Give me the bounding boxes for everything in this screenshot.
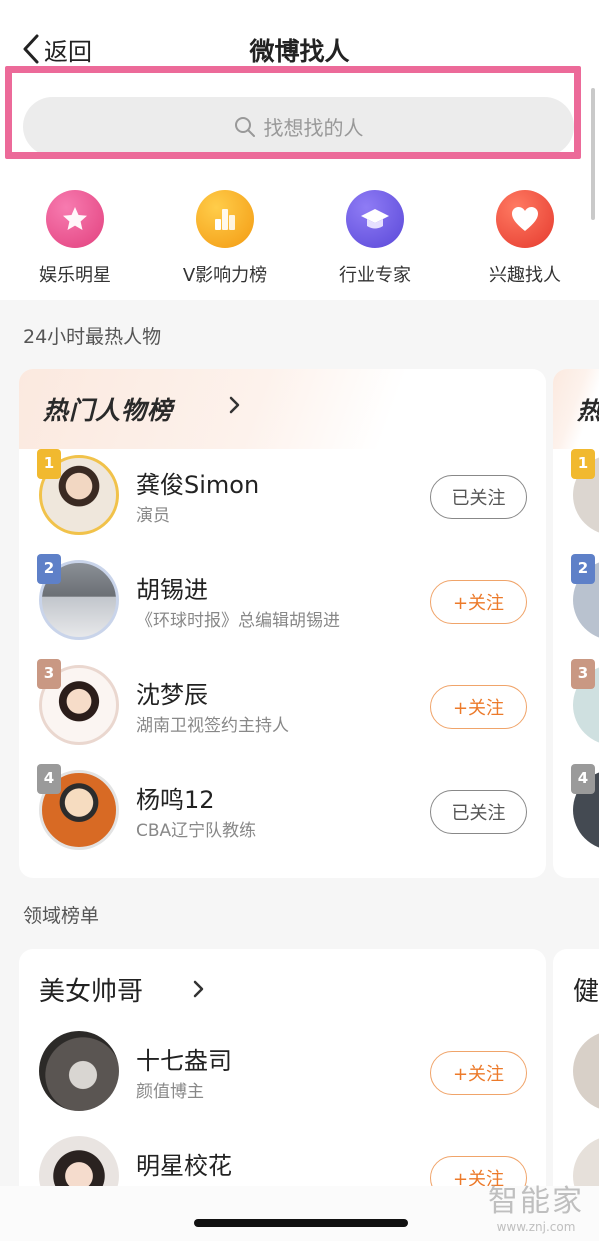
watermark-text: 智能家 [488, 1184, 584, 1219]
followed-button[interactable]: 已关注 [430, 475, 527, 519]
follow-button[interactable]: +关注 [430, 685, 527, 729]
page-title: 微博找人 [249, 37, 350, 66]
hot-card-header[interactable]: 热门人物榜 [19, 369, 546, 449]
person-desc: CBA辽宁队教练 [136, 821, 257, 841]
graduation-cap-icon [346, 190, 404, 248]
follow-button[interactable]: +关注 [430, 580, 527, 624]
category-entertainment-stars[interactable]: 娱乐明星 [15, 188, 135, 287]
person-name: 龚俊Simon [136, 471, 260, 499]
category-label: V影响力榜 [182, 265, 268, 286]
person-desc: 颜值博主 [136, 1082, 204, 1102]
avatar [573, 1031, 599, 1111]
rank-badge: 3 [37, 659, 61, 689]
hot-section-title: 24小时最热人物 [23, 326, 162, 348]
rank-badge: 1 [571, 449, 595, 479]
category-label: 兴趣找人 [489, 265, 561, 286]
person-name: 沈梦辰 [136, 681, 208, 709]
rank-badge: 2 [571, 554, 595, 584]
person-name: 十七盎司 [136, 1047, 232, 1075]
person-desc: 演员 [136, 506, 170, 526]
person-desc: 湖南卫视签约主持人 [136, 716, 289, 736]
domain-card-title: 美女帅哥 [39, 977, 144, 1007]
rank-badge: 4 [571, 764, 595, 794]
home-indicator[interactable] [194, 1219, 408, 1227]
list-item[interactable]: 3 沈梦辰 湖南卫视签约主持人 +关注 [19, 655, 546, 755]
rank-badge: 2 [37, 554, 61, 584]
person-name: 明星校花 [136, 1152, 232, 1180]
category-industry-experts[interactable]: 行业专家 [315, 188, 435, 287]
followed-button[interactable]: 已关注 [430, 790, 527, 834]
watermark-url: www.znj.com [496, 1220, 576, 1234]
search-highlight-box [5, 66, 581, 159]
person-name: 杨鸣12 [136, 786, 215, 814]
list-item[interactable]: 4 杨鸣12 CBA辽宁队教练 已关注 [19, 760, 546, 860]
chevron-right-icon [229, 396, 240, 414]
domain-card-header[interactable]: 美女帅哥 [19, 949, 546, 1029]
avatar [39, 1031, 119, 1111]
rank-badge: 1 [37, 449, 61, 479]
list-item[interactable]: 2 胡锡进 《环球时报》总编辑胡锡进 +关注 [19, 550, 546, 650]
heart-icon [496, 190, 554, 248]
person-name: 胡锡进 [136, 576, 208, 604]
list-item[interactable]: 十七盎司 颜值博主 +关注 [19, 1021, 546, 1121]
list-item[interactable]: 1 龚俊Simon 演员 已关注 [19, 445, 546, 545]
domain-section-title: 领域榜单 [23, 905, 100, 927]
hot-people-card-next[interactable]: 热 1 2 3 4 [553, 369, 599, 878]
category-row: 娱乐明星 V影响力榜 行业专家 兴趣找人 [0, 188, 599, 288]
watermark-logo: 智能家 www.znj.com [488, 1176, 584, 1234]
follow-button[interactable]: +关注 [430, 1051, 527, 1095]
category-label: 娱乐明星 [39, 265, 111, 286]
category-interest-search[interactable]: 兴趣找人 [465, 188, 585, 287]
peek-card-title: 热 [577, 397, 599, 425]
hot-people-card: 热门人物榜 1 龚俊Simon 演员 已关注 2 胡锡进 《环球时报》总编辑胡锡… [19, 369, 546, 878]
person-desc: 《环球时报》总编辑胡锡进 [136, 611, 340, 631]
rank-badge: 3 [571, 659, 595, 689]
peek-card-title: 健 [573, 977, 599, 1007]
category-label: 行业专家 [339, 265, 411, 286]
star-icon [46, 190, 104, 248]
rank-badge: 4 [37, 764, 61, 794]
chart-bars-icon [196, 190, 254, 248]
category-v-influence[interactable]: V影响力榜 [165, 188, 285, 287]
hot-card-title: 热门人物榜 [43, 396, 174, 425]
chevron-right-icon [193, 980, 204, 998]
